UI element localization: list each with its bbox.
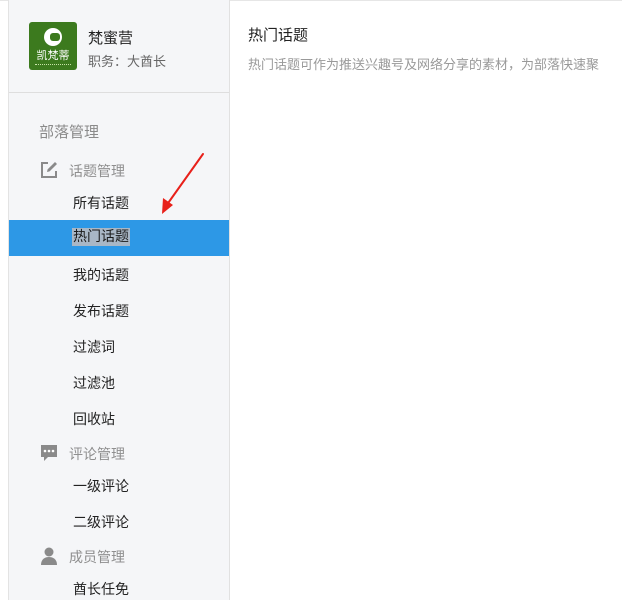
sidebar-item-all-topics[interactable]: 所有话题 [9, 184, 229, 220]
tribe-logo[interactable]: 凯梵蒂 [29, 22, 77, 70]
sidebar-item-filter-words[interactable]: 过滤词 [9, 328, 229, 364]
sidebar-item-label: 回收站 [73, 412, 115, 428]
sidebar-item-label: 酋长任免 [73, 582, 129, 598]
group-label: 成员管理 [69, 550, 125, 566]
sidebar-item-label: 发布话题 [73, 304, 129, 320]
sidebar-item-label: 过滤池 [73, 376, 115, 392]
sidebar-item-filter-pool[interactable]: 过滤池 [9, 364, 229, 400]
sidebar-item-label: 所有话题 [73, 196, 129, 212]
section-title: 部落管理 [39, 123, 100, 141]
page-title: 热门话题 [248, 26, 309, 44]
page-description: 热门话题可作为推送兴趣号及网络分享的素材，为部落快速聚 [248, 58, 600, 73]
sidebar-item-second-level-comments[interactable]: 二级评论 [9, 503, 229, 539]
group-label: 评论管理 [69, 447, 125, 463]
tribe-name: 梵蜜营 [88, 29, 134, 47]
sidebar-item-first-level-comments[interactable]: 一级评论 [9, 467, 229, 503]
logo-text: 凯梵蒂 [36, 49, 70, 62]
group-label: 话题管理 [69, 164, 125, 180]
logo-mark-icon [44, 28, 62, 46]
profile-header: 凯梵蒂 梵蜜营 职务：大酋长 [9, 0, 229, 93]
logo-dots [35, 64, 71, 66]
sidebar-item-recycle-bin[interactable]: 回收站 [9, 400, 229, 436]
sidebar-item-label: 我的话题 [73, 268, 129, 284]
sidebar-item-publish-topic[interactable]: 发布话题 [9, 292, 229, 328]
sidebar-item-chief-appointment[interactable]: 酋长任免 [9, 570, 229, 600]
sidebar-item-label: 热门话题 [72, 228, 130, 246]
edit-icon [39, 160, 59, 180]
user-icon [39, 546, 59, 566]
sidebar-item-hot-topics[interactable]: 热门话题 [9, 220, 229, 256]
sidebar-item-label: 一级评论 [73, 479, 129, 495]
sidebar-item-label: 二级评论 [73, 515, 129, 531]
comment-icon [39, 443, 59, 463]
user-role: 职务：大酋长 [88, 55, 167, 70]
sidebar-item-my-topics[interactable]: 我的话题 [9, 256, 229, 292]
sidebar-item-label: 过滤词 [73, 340, 115, 356]
sidebar: 凯梵蒂 梵蜜营 职务：大酋长 部落管理 话题管理 所有话题 热门话题 我的话题 … [8, 0, 230, 600]
